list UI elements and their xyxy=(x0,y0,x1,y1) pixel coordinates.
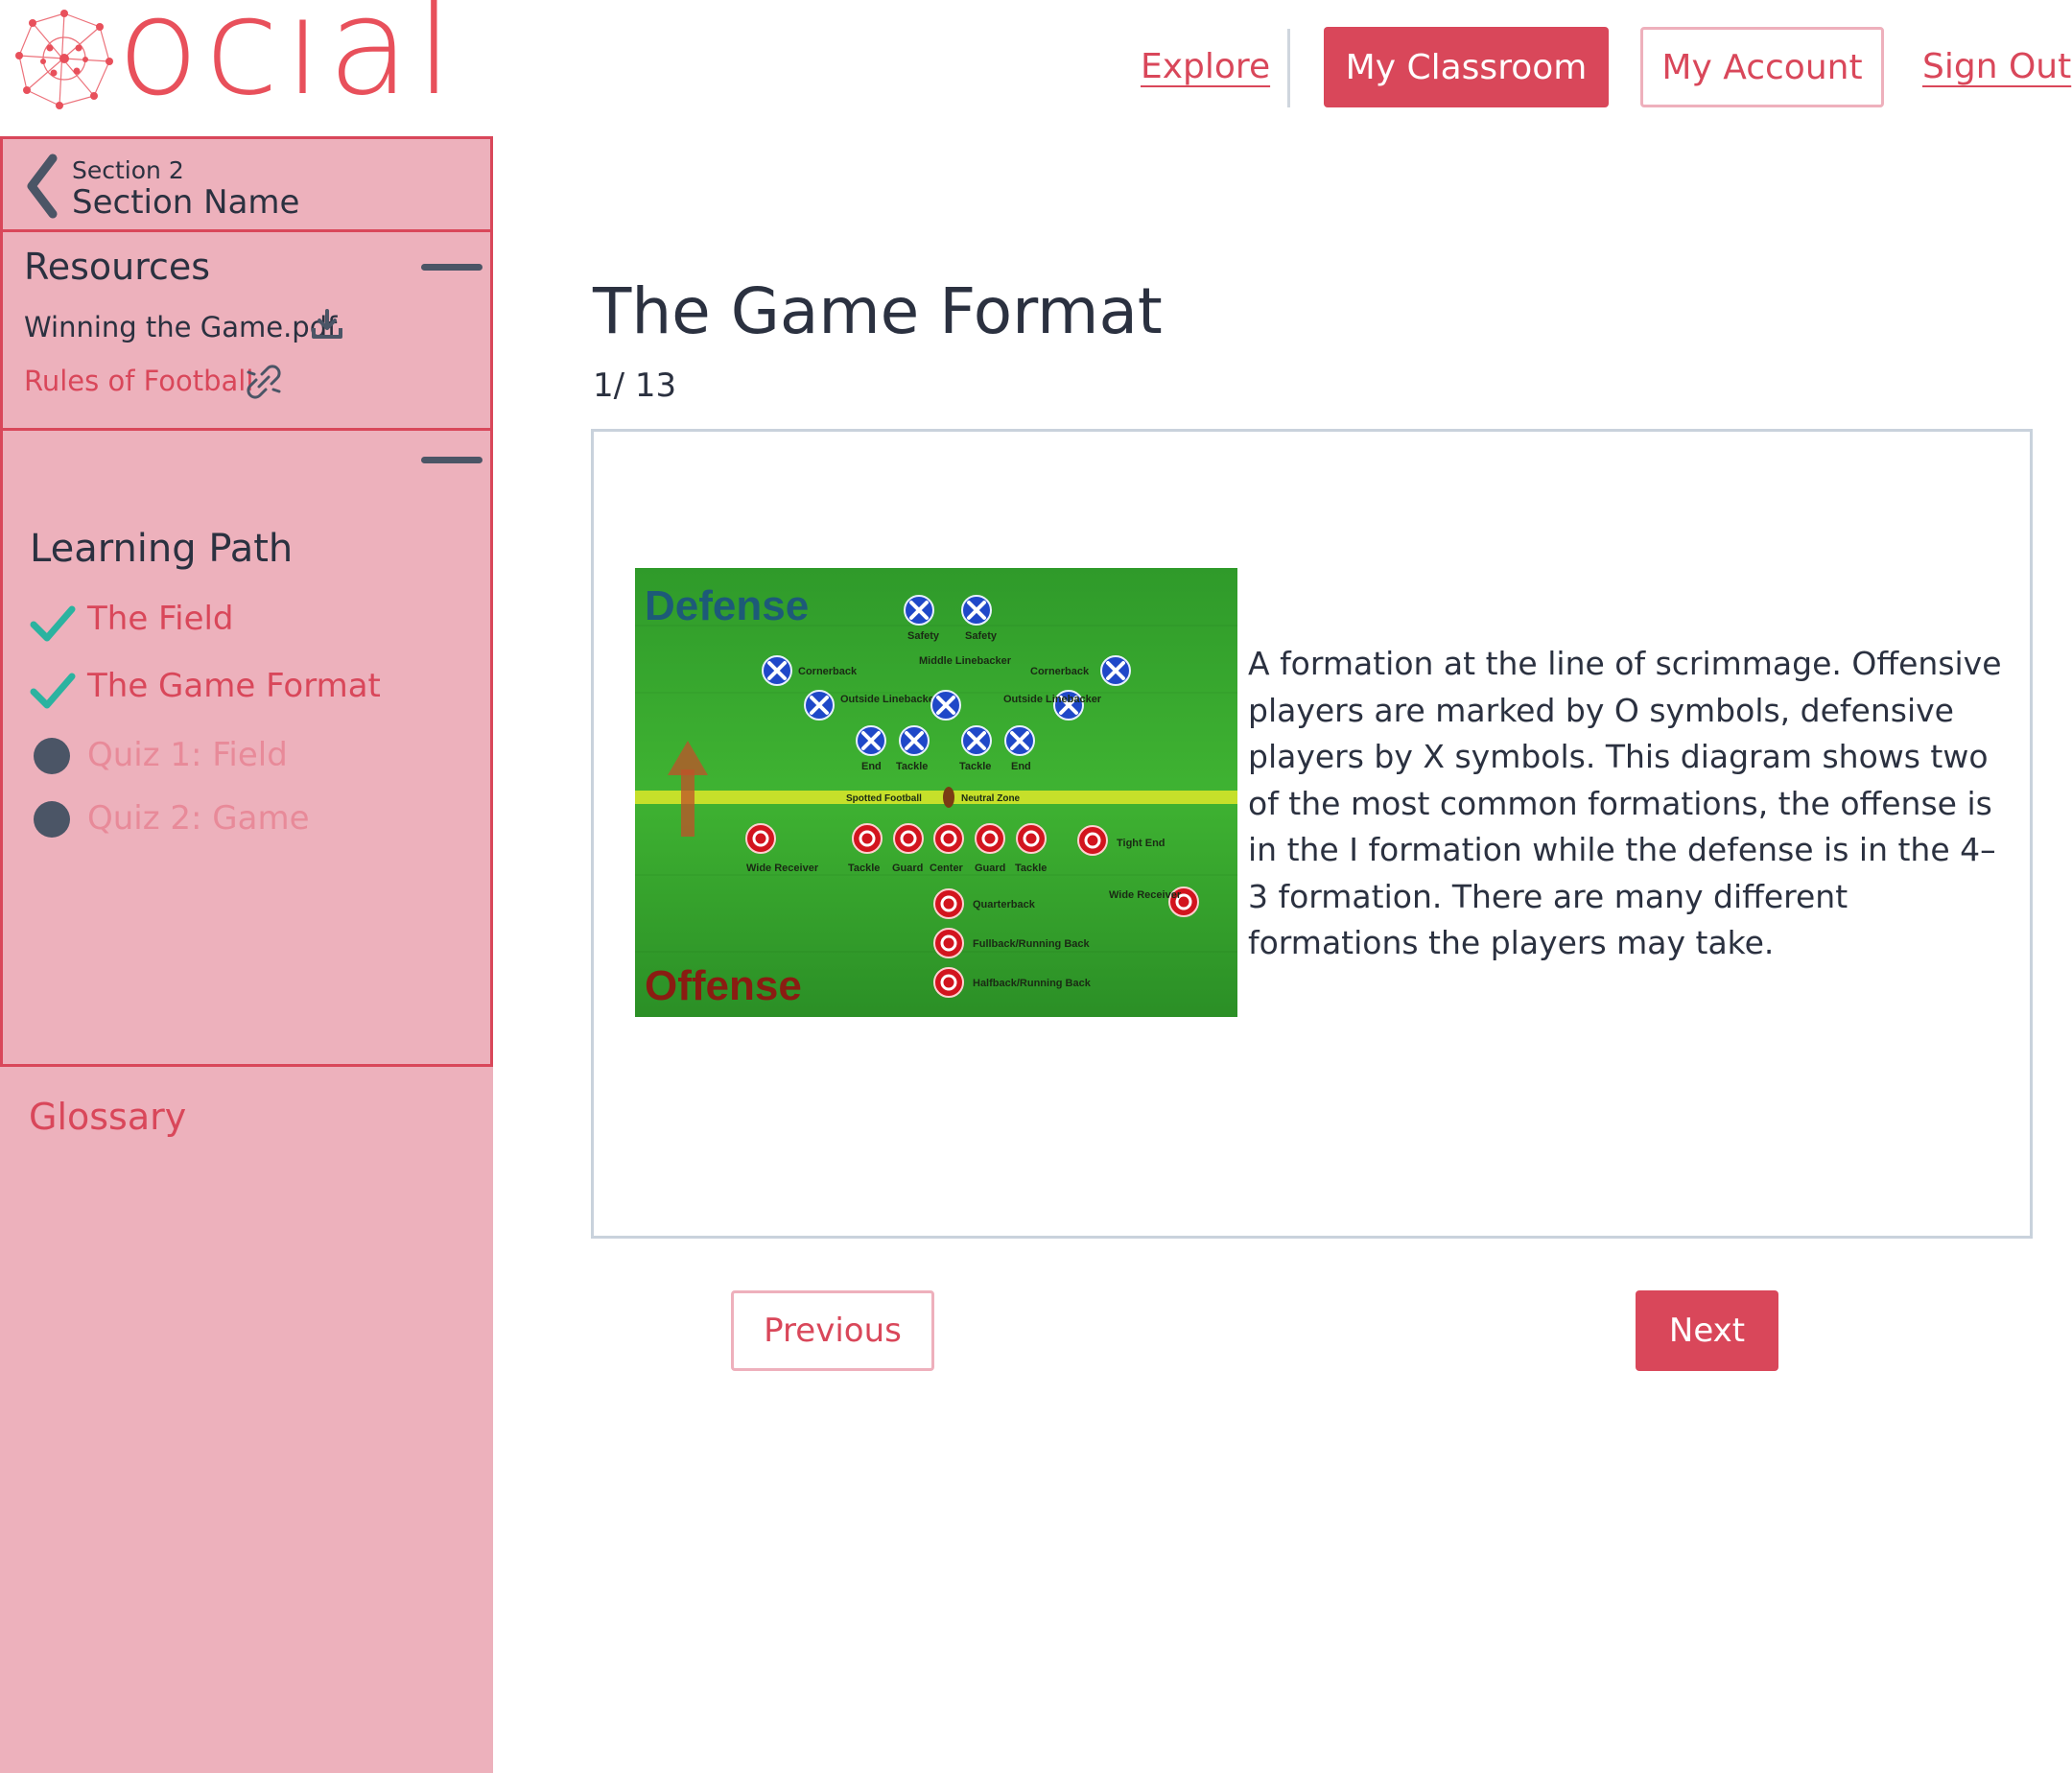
my-account-button[interactable]: My Account xyxy=(1640,27,1884,107)
download-icon[interactable] xyxy=(310,307,344,342)
spotted-football-label: Spotted Football xyxy=(846,793,922,804)
defense-player-label: Cornerback xyxy=(1030,666,1090,677)
nav-divider xyxy=(1287,29,1290,107)
resources-panel: Resources Winning the Game.pdf Rules of … xyxy=(0,229,493,431)
offense-player-label: Halfback/Running Back xyxy=(973,978,1092,989)
previous-button[interactable]: Previous xyxy=(731,1290,934,1371)
defense-player-label: Outside Linebacker xyxy=(840,694,939,705)
site-logo[interactable]: ocial xyxy=(12,0,472,115)
offense-player-label: Guard xyxy=(892,863,923,874)
defense-player-label: Outside Linebacker xyxy=(1003,694,1102,705)
check-icon xyxy=(30,605,76,642)
defense-player-label: Safety xyxy=(907,630,940,642)
learning-path-title: Learning Path xyxy=(30,527,294,571)
slide-description: A formation at the line of scrimmage. Of… xyxy=(1248,645,2002,961)
check-icon xyxy=(30,673,76,709)
page-counter: 1/ 13 xyxy=(593,366,677,405)
path-item-the-game-format[interactable]: The Game Format xyxy=(30,663,481,717)
defense-player-label: Middle Linebacker xyxy=(919,655,1012,667)
next-button[interactable]: Next xyxy=(1636,1290,1778,1371)
external-link-icon[interactable] xyxy=(247,365,281,399)
football-formation-image: Defense Offense Safety Safety Cornerback… xyxy=(635,568,1237,1017)
chevron-left-icon[interactable] xyxy=(24,153,62,220)
neutral-zone-label: Neutral Zone xyxy=(961,793,1021,804)
section-header[interactable]: Section 2 Section Name xyxy=(0,136,493,232)
path-item-label: Quiz 2: Game xyxy=(87,799,310,838)
section-number: Section 2 xyxy=(72,156,184,184)
defense-player-label: Safety xyxy=(965,630,998,642)
defense-label: Defense xyxy=(645,582,809,629)
offense-player-label: Wide Receiver xyxy=(1109,889,1182,901)
offense-player-label: Tackle xyxy=(848,863,880,874)
offense-player-label: Wide Receiver xyxy=(746,863,819,874)
offense-player-label: Tight End xyxy=(1117,838,1166,849)
section-name: Section Name xyxy=(72,183,300,222)
learning-path-panel: Learning Path The Field The Game Format … xyxy=(0,428,493,1067)
logo-wordmark: ocial xyxy=(117,0,459,126)
defense-player-label: Tackle xyxy=(896,761,928,772)
path-item-the-field[interactable]: The Field xyxy=(30,596,481,650)
path-item-quiz-2[interactable]: Quiz 2: Game xyxy=(30,795,481,849)
path-item-label: Quiz 1: Field xyxy=(87,736,288,774)
path-item-label: The Game Format xyxy=(87,667,381,705)
path-item-quiz-1[interactable]: Quiz 1: Field xyxy=(30,732,481,786)
collapse-learning-path-icon[interactable] xyxy=(421,457,483,463)
defense-player-label: Tackle xyxy=(959,761,991,772)
offense-player-label: Center xyxy=(930,863,964,874)
sidebar: Section 2 Section Name Resources Winning… xyxy=(0,136,493,1773)
resources-title: Resources xyxy=(24,246,211,288)
offense-player-label: Tackle xyxy=(1015,863,1047,874)
football-icon xyxy=(943,787,954,808)
page-title: The Game Format xyxy=(593,274,1163,348)
path-item-label: The Field xyxy=(87,600,234,638)
offense-player-label: Quarterback xyxy=(973,899,1036,910)
collapse-resources-icon[interactable] xyxy=(421,264,483,271)
resource-pdf-link[interactable]: Winning the Game.pdf xyxy=(24,311,337,343)
offense-label: Offense xyxy=(645,962,802,1009)
incomplete-dot-icon xyxy=(34,738,70,774)
offense-player-label: Guard xyxy=(975,863,1005,874)
defense-player-label: End xyxy=(1011,761,1031,772)
nav-explore-link[interactable]: Explore xyxy=(1141,27,1270,107)
my-classroom-button[interactable]: My Classroom xyxy=(1324,27,1609,107)
resource-rules-link[interactable]: Rules of Football xyxy=(24,365,253,397)
defense-player-label: End xyxy=(861,761,882,772)
sign-out-link[interactable]: Sign Out xyxy=(1922,27,2071,107)
incomplete-dot-icon xyxy=(34,801,70,838)
offense-player-label: Fullback/Running Back xyxy=(973,938,1091,950)
defense-player-label: Cornerback xyxy=(798,666,858,677)
network-logo-icon xyxy=(15,10,113,109)
slide-content: Defense Offense Safety Safety Cornerback… xyxy=(591,429,2033,1239)
glossary-link[interactable]: Glossary xyxy=(29,1096,186,1138)
